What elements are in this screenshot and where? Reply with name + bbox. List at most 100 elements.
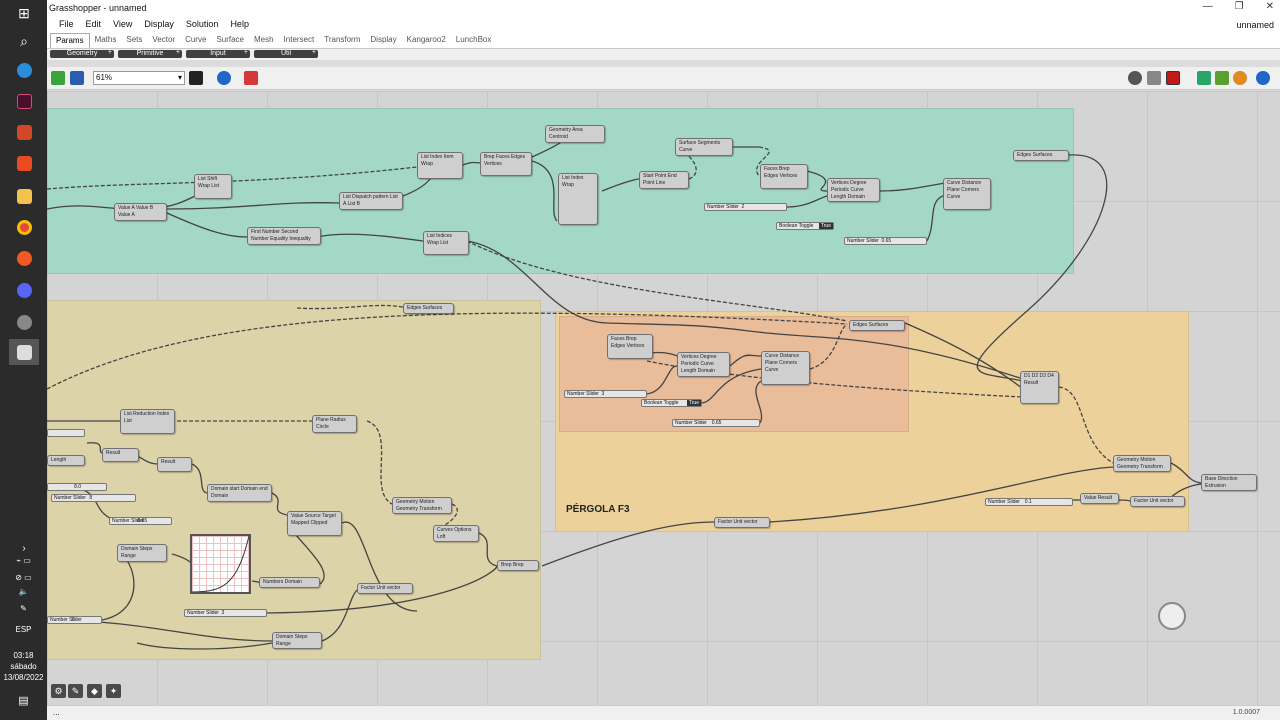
brep-component[interactable]: Brep Brep bbox=[497, 560, 539, 571]
line-component[interactable]: Start Point End Point Line bbox=[639, 171, 689, 189]
boolean-toggle[interactable]: Boolean Toggle True bbox=[776, 222, 834, 230]
length-component[interactable]: Length bbox=[47, 455, 85, 466]
language-indicator[interactable]: ESP bbox=[0, 625, 47, 635]
list-item-reduction-component[interactable]: List Reduction Index List bbox=[120, 409, 175, 434]
fillet-distance-component-2[interactable]: Curve Distance Plane Corners Curve bbox=[761, 351, 810, 385]
volume-icon[interactable]: 🔈 bbox=[0, 587, 47, 597]
rhino-icon[interactable] bbox=[9, 339, 39, 365]
subgroup-util[interactable]: Util bbox=[254, 49, 318, 58]
maximize-button[interactable]: ❐ bbox=[1235, 1, 1244, 12]
display-mesh-icon[interactable] bbox=[1197, 71, 1211, 85]
deconstruct-brep-component-2[interactable]: Faces Brep Edges Vertices bbox=[760, 164, 808, 189]
menu-view[interactable]: View bbox=[107, 17, 138, 33]
value-component[interactable]: Value A Value B Value A bbox=[114, 203, 167, 221]
number-slider[interactable]: 8.0 bbox=[47, 483, 107, 491]
number-slider[interactable]: Number Slider 0 bbox=[47, 616, 102, 624]
boolean-toggle[interactable]: Boolean Toggle True bbox=[641, 399, 702, 407]
merge-component[interactable]: D1 D2 D3 D4 Result bbox=[1020, 371, 1059, 404]
tray-icons-2[interactable]: ⊘ ▭ bbox=[0, 573, 47, 583]
move-component-2[interactable]: Geometry Motion Geometry Transform bbox=[392, 497, 452, 514]
file-explorer-icon[interactable] bbox=[9, 183, 39, 209]
menu-edit[interactable]: Edit bbox=[80, 17, 108, 33]
nurbs-curve-component-2[interactable]: Vertices Degree Periodic Curve Length Do… bbox=[677, 352, 730, 377]
edges-surfaces-component-3[interactable]: Edges Surfaces bbox=[849, 320, 905, 331]
tab-surface[interactable]: Surface bbox=[211, 33, 249, 48]
menu-help[interactable]: Help bbox=[224, 17, 255, 33]
discord-icon[interactable] bbox=[9, 277, 39, 303]
preview-eye-icon[interactable] bbox=[217, 71, 231, 85]
equality-component[interactable]: First Number Second Number Equality Ineq… bbox=[247, 227, 321, 245]
windows-start-icon[interactable]: ⊞ bbox=[9, 0, 39, 26]
subgroup-geometry[interactable]: Geometry bbox=[50, 49, 114, 58]
menu-display[interactable]: Display bbox=[138, 17, 180, 33]
range-component[interactable]: Domain Steps Range bbox=[117, 544, 167, 562]
tray-icons[interactable]: ⌁ ▭ bbox=[0, 556, 47, 566]
globe-icon[interactable] bbox=[1256, 71, 1270, 85]
deconstruct-brep-component-3[interactable]: Faces Brep Edges Vertices bbox=[607, 334, 653, 359]
nurbs-curve-component[interactable]: Vertices Degree Periodic Curve Length Do… bbox=[827, 178, 880, 202]
unit-vector-component-2[interactable]: Factor Unit vector bbox=[714, 517, 770, 528]
loft-component[interactable]: Curves Options Loft bbox=[433, 525, 479, 542]
list-item-multi-component[interactable]: List Index Wrap bbox=[558, 173, 598, 225]
menu-file[interactable]: File bbox=[53, 17, 80, 33]
zoom-extents-icon[interactable] bbox=[189, 71, 203, 85]
dispatch-component[interactable]: List Dispatch pattern List A List B bbox=[339, 192, 403, 210]
chrome-alt-icon[interactable] bbox=[9, 309, 39, 335]
quick-component-icon[interactable]: ⚙ bbox=[51, 684, 66, 698]
number-slider[interactable]: Number Slider 0.1 bbox=[985, 498, 1073, 506]
tab-transform[interactable]: Transform bbox=[319, 33, 365, 48]
tab-params[interactable]: Params bbox=[50, 33, 90, 48]
unit-vector-component-3[interactable]: Factor Unit vector bbox=[357, 583, 413, 594]
tab-lunchbox[interactable]: LunchBox bbox=[451, 33, 497, 48]
chrome-icon[interactable] bbox=[9, 214, 39, 240]
edge-icon[interactable] bbox=[9, 57, 39, 83]
remap-component[interactable]: Value Source Target Mapped Clipped bbox=[287, 511, 342, 536]
quick-cube-icon[interactable]: ◆ bbox=[87, 684, 102, 698]
construct-domain-component[interactable]: Domain start Domain end Domain bbox=[207, 484, 272, 502]
circle-component[interactable]: Plane Radius Circle bbox=[312, 415, 357, 433]
zoom-dropdown[interactable]: 61% bbox=[93, 71, 185, 85]
pen-icon[interactable]: ✎ bbox=[0, 604, 47, 614]
tab-intersect[interactable]: Intersect bbox=[279, 33, 320, 48]
preview-wireframe-icon[interactable] bbox=[1128, 71, 1142, 85]
quick-fire-icon[interactable]: ✦ bbox=[106, 684, 121, 698]
minimize-button[interactable]: — bbox=[1203, 1, 1213, 12]
grasshopper-canvas[interactable]: PÉRGOLA F3 Geometry Area Centroid Surfac… bbox=[47, 91, 1280, 705]
bounds-component[interactable]: Numbers Domain bbox=[259, 577, 320, 588]
deconstruct-brep-component[interactable]: Brep Faces Edges Vertices bbox=[480, 152, 532, 176]
preview-shaded-icon[interactable] bbox=[1147, 71, 1161, 85]
preview-selected-icon[interactable] bbox=[1166, 71, 1180, 85]
area-component[interactable]: Geometry Area Centroid bbox=[545, 125, 605, 143]
fillet-distance-component[interactable]: Curve Distance Plane Corners Curve bbox=[943, 178, 991, 210]
sketch-pen-icon[interactable] bbox=[244, 71, 258, 85]
list-item-component[interactable]: List Index Item Wrap bbox=[417, 152, 463, 179]
powerpoint-icon[interactable] bbox=[9, 119, 39, 145]
division-component[interactable]: Result bbox=[157, 457, 192, 472]
clock-date[interactable]: 13/08/2022 bbox=[0, 673, 47, 683]
segments-component[interactable]: Surface Segments Curve bbox=[675, 138, 733, 156]
save-icon[interactable] bbox=[70, 71, 84, 85]
tab-sets[interactable]: Sets bbox=[121, 33, 147, 48]
clock-time[interactable]: 03:18 bbox=[0, 651, 47, 661]
tab-curve[interactable]: Curve bbox=[180, 33, 211, 48]
extrusion-component[interactable]: Base Direction Extrusion bbox=[1201, 474, 1257, 491]
subgroup-primitive[interactable]: Primitive bbox=[118, 49, 182, 58]
close-button[interactable]: ✕ bbox=[1266, 1, 1274, 12]
display-material-icon[interactable] bbox=[1233, 71, 1247, 85]
notification-icon[interactable]: ▤ bbox=[0, 696, 47, 707]
tab-display[interactable]: Display bbox=[365, 33, 401, 48]
number-slider[interactable]: Number Slider 0.65 bbox=[672, 419, 760, 427]
navigation-wheel[interactable] bbox=[1158, 602, 1186, 630]
display-quality-icon[interactable] bbox=[1215, 71, 1229, 85]
range-component-2[interactable]: Domain Steps Range bbox=[272, 632, 322, 649]
list-item-indices-component[interactable]: List Indices Wrap List bbox=[423, 231, 469, 255]
unit-vector-component[interactable]: Factor Unit vector bbox=[1130, 496, 1185, 507]
tab-vector[interactable]: Vector bbox=[147, 33, 180, 48]
tab-mesh[interactable]: Mesh bbox=[249, 33, 279, 48]
shift-list-component[interactable]: List Shift Wrap List bbox=[194, 174, 232, 199]
indesign-icon[interactable] bbox=[9, 88, 39, 114]
tab-kangaroo2[interactable]: Kangaroo2 bbox=[402, 33, 451, 48]
negative-component[interactable]: Value Result bbox=[1080, 493, 1119, 504]
move-component[interactable]: Geometry Motion Geometry Transform bbox=[1113, 455, 1171, 472]
number-slider[interactable]: Number Slider 8 bbox=[51, 494, 136, 502]
